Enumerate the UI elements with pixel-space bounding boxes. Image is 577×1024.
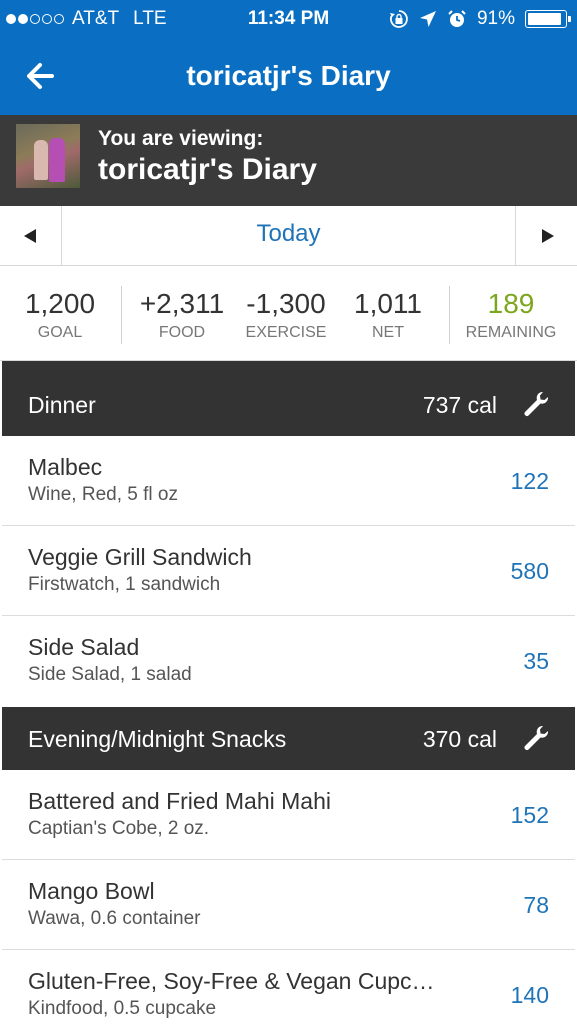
battery-percent: 91% [476,8,515,29]
food-calories: 580 [510,558,549,584]
date-navigator: Today [0,206,577,266]
summary-goal: 1,200 GOAL [16,288,104,342]
alarm-icon [448,10,466,27]
location-arrow-icon [419,11,436,27]
calorie-summary: 1,200 GOAL +2,311 FOOD -1,300 EXERCISE 1… [0,266,577,361]
food-value: +2,311 [139,288,225,319]
status-right: 91% [389,8,571,30]
meal-header-snacks: Evening/Midnight Snacks 370 cal [2,707,575,770]
meal-calories: 737 cal [422,392,497,418]
food-entry[interactable]: Malbec Wine, Red, 5 fl oz 122 [2,436,575,526]
lock-rotation-icon [389,10,408,28]
viewing-label: You are viewing: [98,127,264,150]
food-description: Kindfood, 0.5 cupcake [28,998,217,1019]
viewing-name: toricatjr's Diary [98,153,317,186]
viewing-banner: You are viewing: toricatjr's Diary [0,115,577,206]
previous-day-button[interactable] [0,206,62,266]
food-entry[interactable]: Battered and Fried Mahi Mahi Captian's C… [2,770,575,860]
food-name: Gluten-Free, Soy-Free & Vegan Cupc… [28,968,435,994]
food-description: Captian's Cobe, 2 oz. [28,818,210,839]
summary-remaining: 189 REMAINING [458,288,564,342]
food-entry[interactable]: Gluten-Free, Soy-Free & Vegan Cupc… Kind… [2,950,575,1024]
food-calories: 152 [510,802,549,828]
page-title: toricatjr's Diary [186,60,391,91]
summary-exercise: -1,300 EXERCISE [238,288,334,342]
battery-icon [525,10,571,28]
food-description: Wawa, 0.6 container [28,908,201,929]
divider [449,286,450,344]
meal-settings-button[interactable] [521,723,551,753]
remaining-value: 189 [487,288,535,319]
net-value: 1,011 [354,288,422,319]
next-day-button[interactable] [515,206,577,266]
current-date[interactable]: Today [62,220,515,248]
avatar-figure [49,138,65,182]
food-label: FOOD [158,324,206,341]
food-name: Veggie Grill Sandwich [28,544,252,570]
food-name: Malbec [28,454,103,480]
meal-name: Dinner [28,392,96,418]
wrench-icon [524,725,549,750]
food-calories: 122 [510,468,549,494]
meal-header-dinner: Dinner 737 cal [2,361,575,436]
food-entry[interactable]: Mango Bowl Wawa, 0.6 container 78 [2,860,575,950]
food-name: Battered and Fried Mahi Mahi [28,788,331,814]
food-name: Mango Bowl [28,878,155,904]
goal-value: 1,200 [24,288,96,319]
exercise-value: -1,300 [246,288,326,319]
exercise-label: EXERCISE [245,324,327,341]
goal-label: GOAL [37,324,83,341]
summary-net: 1,011 NET [343,288,433,342]
food-entry[interactable]: Veggie Grill Sandwich Firstwatch, 1 sand… [2,526,575,616]
meal-settings-button[interactable] [521,389,551,419]
food-calories: 78 [523,892,549,918]
food-description: Side Salad, 1 salad [28,664,192,685]
wrench-icon [524,391,549,416]
food-calories: 35 [523,648,549,674]
summary-food: +2,311 FOOD [134,288,230,342]
avatar-figure [34,140,48,180]
food-name: Side Salad [28,634,140,660]
status-bar: AT&T LTE 11:34 PM 91% [0,0,577,40]
avatar[interactable] [16,124,80,188]
food-calories: 140 [510,982,549,1008]
meal-name: Evening/Midnight Snacks [28,726,287,752]
food-description: Firstwatch, 1 sandwich [28,574,221,595]
remaining-label: REMAINING [465,324,557,341]
food-description: Wine, Red, 5 fl oz [28,484,178,505]
battery-level [528,13,561,25]
meal-calories: 370 cal [422,726,497,752]
net-label: NET [372,324,404,341]
nav-bar: toricatjr's Diary [0,40,577,115]
triangle-left-icon [24,229,36,243]
food-entry[interactable]: Side Salad Side Salad, 1 salad 35 [2,616,575,707]
triangle-right-icon [542,229,554,243]
divider [121,286,122,344]
